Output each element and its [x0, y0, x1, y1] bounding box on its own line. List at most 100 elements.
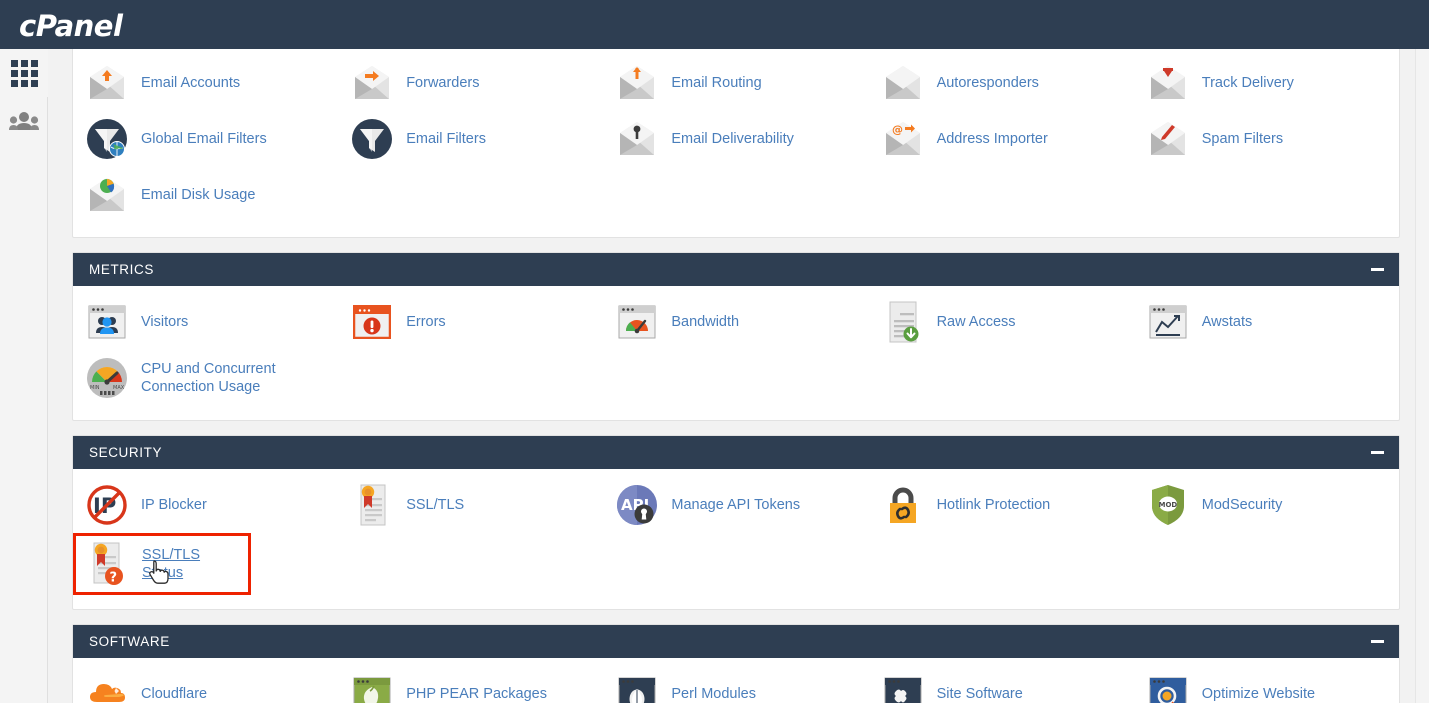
feature-item-forwarders[interactable]: Forwarders [338, 55, 603, 111]
feature-item-label[interactable]: Track Delivery [1202, 74, 1294, 92]
feature-item-label[interactable]: Site Software [937, 685, 1023, 703]
feature-item-track-delivery[interactable]: Track Delivery [1134, 55, 1399, 111]
feature-item-label[interactable]: Bandwidth [671, 313, 739, 331]
feature-item-label[interactable]: Address Importer [937, 130, 1048, 148]
site-software-icon [879, 672, 927, 703]
awstats-icon [1144, 300, 1192, 344]
manage-api-tokens-icon: API [613, 483, 661, 527]
item-row: MIN MAX CPU and Concurrent Connection Us… [73, 350, 1399, 406]
feature-item-label[interactable]: SSL/TLS [406, 496, 464, 514]
ssl-tls-status-icon: ? [84, 542, 132, 586]
global-email-filters-icon [83, 117, 131, 161]
hotlink-protection-icon [879, 483, 927, 527]
feature-item-label[interactable]: Forwarders [406, 74, 479, 92]
panels-container: EMAIL Email Accounts Forwarders Email Ro… [48, 49, 1429, 703]
feature-item-label[interactable]: Raw Access [937, 313, 1016, 331]
feature-item-cpu-usage[interactable]: MIN MAX CPU and Concurrent Connection Us… [73, 350, 338, 406]
feature-item-label[interactable]: Optimize Website [1202, 685, 1315, 703]
panel-body-metrics: Visitors Errors Bandwidth Raw Access [73, 286, 1399, 420]
svg-text:MOD: MOD [1158, 501, 1177, 509]
feature-item-label[interactable]: Email Routing [671, 74, 761, 92]
feature-item-label[interactable]: Email Disk Usage [141, 186, 255, 204]
feature-item-email-routing[interactable]: Email Routing [603, 55, 868, 111]
cpu-usage-icon: MIN MAX [83, 356, 131, 400]
feature-item-visitors[interactable]: Visitors [73, 294, 338, 350]
sidebar-item-user-manager[interactable] [0, 97, 48, 145]
feature-item-global-email-filters[interactable]: Global Email Filters [73, 111, 338, 167]
item-row: ? SSL/TLS Status [73, 533, 1399, 595]
panel-metrics: METRICS Visitors Errors Bandwidth [72, 252, 1400, 421]
panel-title: METRICS [89, 262, 1369, 277]
email-filters-icon [348, 117, 396, 161]
feature-item-ssl-tls[interactable]: SSL/TLS [338, 477, 603, 533]
feature-item-perl-modules[interactable]: Perl Modules [603, 666, 868, 703]
panel-header-metrics[interactable]: METRICS [73, 253, 1399, 286]
feature-item-modsecurity[interactable]: MOD ModSecurity [1134, 477, 1399, 533]
item-row: Global Email Filters Email Filters Email… [73, 111, 1399, 167]
panel-email: EMAIL Email Accounts Forwarders Email Ro… [72, 49, 1400, 238]
raw-access-icon [879, 300, 927, 344]
feature-item-label[interactable]: CPU and Concurrent Connection Usage [141, 360, 332, 396]
feature-item-label[interactable]: PHP PEAR Packages [406, 685, 547, 703]
feature-item-awstats[interactable]: Awstats [1134, 294, 1399, 350]
feature-item-raw-access[interactable]: Raw Access [869, 294, 1134, 350]
feature-item-email-deliverability[interactable]: Email Deliverability [603, 111, 868, 167]
feature-item-label[interactable]: SSL/TLS Status [142, 546, 242, 582]
feature-item-ip-blocker[interactable]: IP IP Blocker [73, 477, 338, 533]
feature-item-manage-api-tokens[interactable]: API Manage API Tokens [603, 477, 868, 533]
right-gutter [1415, 49, 1429, 703]
feature-item-label[interactable]: Autoresponders [937, 74, 1039, 92]
errors-icon [348, 300, 396, 344]
panel-body-email: Email Accounts Forwarders Email Routing … [73, 49, 1399, 237]
item-row: Cloudflare PHP PEAR Packages Perl Module… [73, 666, 1399, 703]
cpanel-logo[interactable]: cPanel [19, 9, 122, 43]
feature-item-email-disk-usage[interactable]: Email Disk Usage [73, 167, 338, 223]
feature-item-email-accounts[interactable]: Email Accounts [73, 55, 338, 111]
feature-item-label[interactable]: IP Blocker [141, 496, 207, 514]
collapse-minus-icon[interactable] [1369, 262, 1385, 278]
item-row: Email Disk Usage [73, 167, 1399, 223]
feature-item-label[interactable]: Global Email Filters [141, 130, 267, 148]
bandwidth-icon [613, 300, 661, 344]
email-deliverability-icon [613, 117, 661, 161]
main-scroll-region[interactable]: EMAIL Email Accounts Forwarders Email Ro… [48, 49, 1429, 703]
feature-item-address-importer[interactable]: @ Address Importer [869, 111, 1134, 167]
feature-item-cloudflare[interactable]: Cloudflare [73, 666, 338, 703]
feature-item-label[interactable]: Awstats [1202, 313, 1253, 331]
collapse-minus-icon[interactable] [1369, 634, 1385, 650]
svg-text:?: ? [110, 571, 118, 586]
feature-item-spam-filters[interactable]: Spam Filters [1134, 111, 1399, 167]
feature-item-label[interactable]: Hotlink Protection [937, 496, 1051, 514]
track-delivery-icon [1144, 61, 1192, 105]
feature-item-label[interactable]: Perl Modules [671, 685, 756, 703]
feature-item-label[interactable]: Manage API Tokens [671, 496, 800, 514]
feature-item-site-software[interactable]: Site Software [869, 666, 1134, 703]
panel-header-security[interactable]: SECURITY [73, 436, 1399, 469]
feature-item-bandwidth[interactable]: Bandwidth [603, 294, 868, 350]
feature-item-autoresponders[interactable]: Autoresponders [869, 55, 1134, 111]
feature-item-label[interactable]: ModSecurity [1202, 496, 1283, 514]
feature-item-email-filters[interactable]: Email Filters [338, 111, 603, 167]
php-pear-packages-icon [348, 672, 396, 703]
collapse-minus-icon[interactable] [1369, 445, 1385, 461]
panel-body-security: IP IP Blocker SSL/TLS API Manage API Tok… [73, 469, 1399, 609]
feature-item-label[interactable]: Email Accounts [141, 74, 240, 92]
sidebar-item-apps-grid[interactable] [0, 49, 48, 97]
grid-icon [11, 60, 38, 87]
feature-item-label[interactable]: Email Deliverability [671, 130, 793, 148]
cloudflare-icon [83, 672, 131, 703]
feature-item-label[interactable]: Cloudflare [141, 685, 207, 703]
feature-item-optimize-website[interactable]: Optimize Website [1134, 666, 1399, 703]
feature-item-label[interactable]: Errors [406, 313, 445, 331]
ssl-tls-icon [348, 483, 396, 527]
feature-item-errors[interactable]: Errors [338, 294, 603, 350]
feature-item-label[interactable]: Visitors [141, 313, 188, 331]
feature-item-php-pear-packages[interactable]: PHP PEAR Packages [338, 666, 603, 703]
feature-item-hotlink-protection[interactable]: Hotlink Protection [869, 477, 1134, 533]
feature-item-label[interactable]: Spam Filters [1202, 130, 1283, 148]
feature-item-ssl-tls-status[interactable]: ? SSL/TLS Status [73, 533, 251, 595]
panel-body-software: Cloudflare PHP PEAR Packages Perl Module… [73, 658, 1399, 703]
address-importer-icon: @ [879, 117, 927, 161]
feature-item-label[interactable]: Email Filters [406, 130, 486, 148]
panel-header-software[interactable]: SOFTWARE [73, 625, 1399, 658]
